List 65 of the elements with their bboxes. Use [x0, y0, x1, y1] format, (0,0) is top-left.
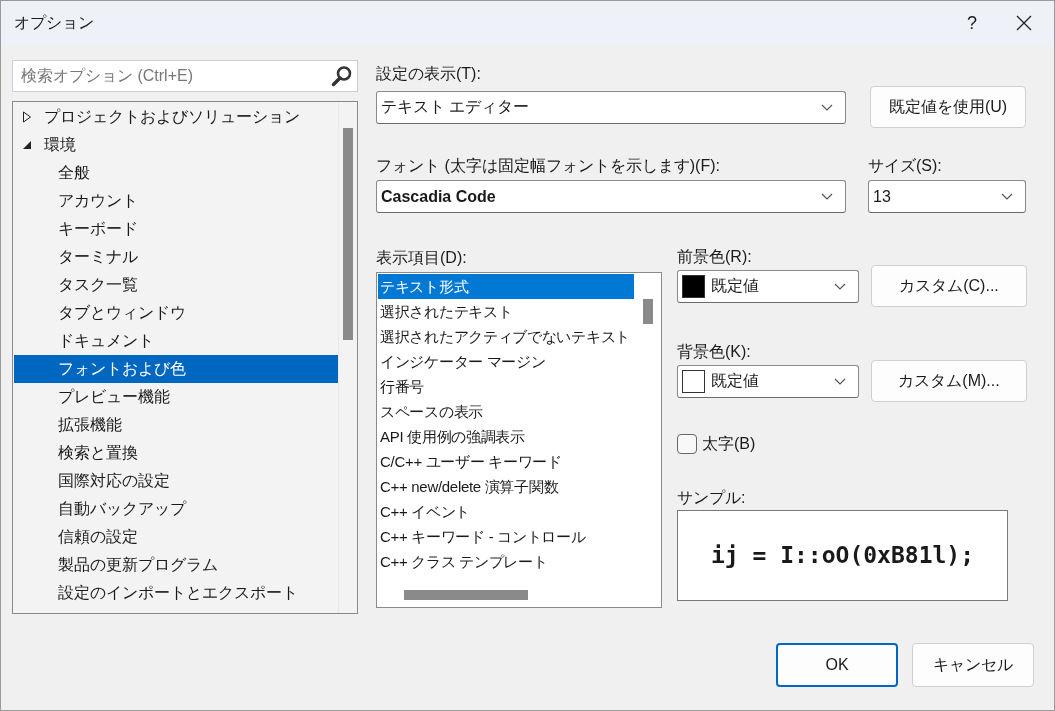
- list-item[interactable]: C/C++ ユーザー キーワード: [378, 449, 634, 474]
- size-dropdown[interactable]: 13: [868, 180, 1026, 213]
- chevron-down-icon: [834, 377, 846, 385]
- field-label: サンプル:: [677, 488, 747, 508]
- tree-item[interactable]: アカウント: [14, 187, 338, 215]
- custom-color-button[interactable]: カスタム(C)...: [871, 265, 1027, 307]
- list-item[interactable]: API 使用例の強調表示: [378, 424, 634, 449]
- list-item[interactable]: スペースの表示: [378, 399, 634, 424]
- close-icon: [1016, 15, 1032, 31]
- list-item[interactable]: インジケーター マージン: [378, 349, 634, 374]
- tree-item[interactable]: 拡張機能: [14, 411, 338, 439]
- chevron-down-icon: [834, 282, 846, 290]
- tree-item[interactable]: タブとウィンドウ: [14, 299, 338, 327]
- use-defaults-button[interactable]: 既定値を使用(U): [870, 86, 1026, 128]
- list-item[interactable]: C++ new/delete 演算子関数: [378, 474, 634, 499]
- color-dropdown[interactable]: 既定値: [677, 269, 859, 303]
- bold-checkbox[interactable]: [677, 434, 697, 454]
- tree-item[interactable]: 国際対応の設定: [14, 467, 338, 495]
- scrollbar-thumb[interactable]: [404, 590, 528, 600]
- font-dropdown[interactable]: Cascadia Code: [376, 180, 846, 213]
- sample-text: ij = I::oO(0xB81l);: [710, 541, 975, 571]
- list-item[interactable]: テキスト形式: [378, 274, 634, 299]
- tree-item[interactable]: 信頼の設定: [14, 523, 338, 551]
- tree-item[interactable]: 検索と置換: [14, 439, 338, 467]
- tree-item[interactable]: 全般: [14, 159, 338, 187]
- custom-color-button[interactable]: カスタム(M)...: [871, 360, 1027, 402]
- list-item[interactable]: C++ イベント: [378, 499, 634, 524]
- list-item[interactable]: C++ キーワード - コントロール: [378, 524, 634, 549]
- tree-item[interactable]: ターミナル: [14, 243, 338, 271]
- field-label: フォント (太字は固定幅フォントを示します)(F):: [376, 156, 721, 176]
- tree-item[interactable]: 自動バックアップ: [14, 495, 338, 523]
- search-icon: [331, 65, 353, 87]
- tree-item[interactable]: 設定のインポートとエクスポート: [14, 579, 338, 607]
- field-label: 背景色(K):: [677, 342, 752, 362]
- list-item[interactable]: 選択されたテキスト: [378, 299, 634, 324]
- field-label: サイズ(S):: [868, 156, 943, 176]
- tree-item[interactable]: タスク一覧: [14, 271, 338, 299]
- tree-item[interactable]: キーボード: [14, 215, 338, 243]
- tree-item[interactable]: ドキュメント: [14, 327, 338, 355]
- list-item[interactable]: 行番号: [378, 374, 634, 399]
- tree-item[interactable]: 環境: [14, 131, 338, 159]
- window-title: オプション: [14, 13, 95, 33]
- list-item[interactable]: 選択されたアクティブでないテキスト: [378, 324, 634, 349]
- chevron-down-icon: [1001, 193, 1013, 200]
- field-label: 表示項目(D):: [376, 248, 468, 268]
- checkbox-label: 太字(B): [702, 434, 756, 454]
- tree-item[interactable]: フォントおよび色: [14, 355, 338, 383]
- list-item[interactable]: C++ クラス テンプレート: [378, 549, 634, 574]
- tree-item[interactable]: プレビュー機能: [14, 383, 338, 411]
- scrollbar-thumb[interactable]: [343, 128, 353, 340]
- field-label: 前景色(R):: [677, 247, 753, 267]
- expanded-triangle-icon[interactable]: [22, 140, 32, 150]
- tree-item[interactable]: プロジェクトおよびソリューション: [14, 103, 338, 131]
- chevron-down-icon: [821, 103, 833, 111]
- chevron-down-icon: [821, 193, 833, 200]
- help-button[interactable]: ?: [950, 1, 994, 45]
- color-dropdown[interactable]: 既定値: [677, 364, 859, 398]
- settings-dropdown[interactable]: テキスト エディター: [376, 90, 846, 124]
- scrollbar-thumb[interactable]: [642, 299, 653, 324]
- ok-button[interactable]: OK: [776, 643, 898, 687]
- field-label: 設定の表示(T):: [376, 64, 482, 84]
- search-field[interactable]: 検索オプション (Ctrl+E): [12, 60, 358, 92]
- cancel-button[interactable]: キャンセル: [912, 643, 1034, 687]
- tree-item[interactable]: 製品の更新プログラム: [14, 551, 338, 579]
- collapsed-triangle-icon[interactable]: [22, 111, 32, 123]
